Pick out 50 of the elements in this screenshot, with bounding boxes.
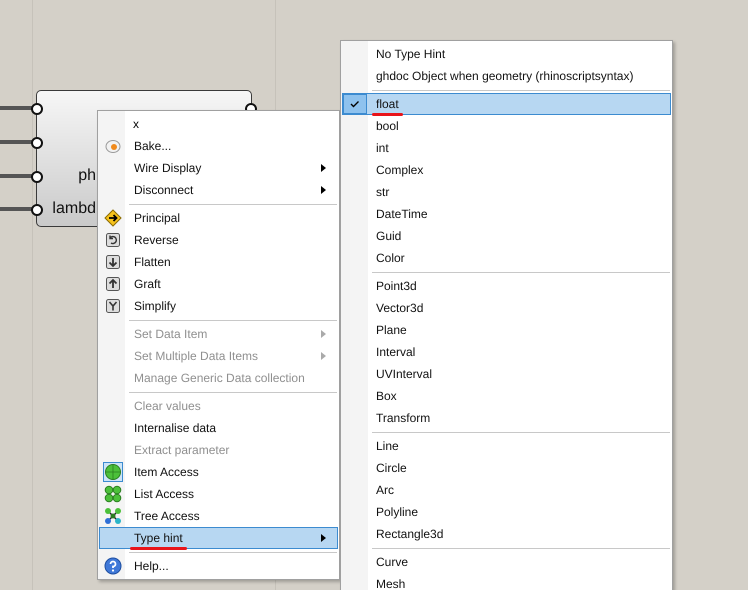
menu-item[interactable]: DateTime [342,203,671,225]
menu-item[interactable]: Mesh [342,573,671,590]
menu-item[interactable]: Graft [99,273,338,295]
menu-item[interactable]: str [342,181,671,203]
menu-item[interactable]: Complex [342,159,671,181]
menu-item[interactable]: Help... [99,555,338,577]
principal-icon [104,209,122,227]
menu-item[interactable]: List Access [99,483,338,505]
menu-item[interactable]: Internalise data [99,417,338,439]
menu-item[interactable]: Wire Display [99,157,338,179]
menu-item[interactable]: Line [342,435,671,457]
menu-item[interactable]: Reverse [99,229,338,251]
menu-item[interactable]: Bake... [99,135,338,157]
reverse-icon [106,233,120,247]
menu-item[interactable]: Item Access [99,461,338,483]
input-label: lambd [52,200,96,218]
menu-item[interactable]: Rectangle3d [342,523,671,545]
menu-item[interactable]: Point3d [342,275,671,297]
menu-item[interactable]: float [342,93,671,115]
input-label: ph [78,167,96,185]
menu-item[interactable]: bool [342,115,671,137]
menu-item[interactable]: Color [342,247,671,269]
menu-item[interactable]: Arc [342,479,671,501]
menu-item[interactable]: Principal [99,207,338,229]
menu-item[interactable]: Polyline [342,501,671,523]
down-arrow-icon [106,255,120,269]
input-port[interactable] [31,137,43,149]
menu-item[interactable]: Tree Access [99,505,338,527]
menu-item[interactable]: Box [342,385,671,407]
menu-item[interactable]: Interval [342,341,671,363]
help-icon [104,557,122,575]
menu-item[interactable]: Guid [342,225,671,247]
menu-item[interactable]: UVInterval [342,363,671,385]
input-port[interactable] [31,171,43,183]
menu-item[interactable]: Transform [342,407,671,429]
funnel-icon [106,299,120,313]
menu-item[interactable]: No Type Hint [342,43,671,65]
menu-item[interactable]: Flatten [99,251,338,273]
menu-item[interactable]: Curve [342,551,671,573]
menu-item[interactable]: Type hint [99,527,338,549]
menu-item[interactable]: Plane [342,319,671,341]
input-port[interactable] [31,204,43,216]
menu-item[interactable]: Vector3d [342,297,671,319]
menu-item[interactable]: Simplify [99,295,338,317]
menu-item[interactable]: ghdoc Object when geometry (rhinoscriptsyntax) [342,65,671,87]
input-port[interactable] [31,103,43,115]
menu-item[interactable]: Circle [342,457,671,479]
menu-item[interactable]: Disconnect [99,179,338,201]
up-arrow-icon [106,277,120,291]
menu-item[interactable]: int [342,137,671,159]
